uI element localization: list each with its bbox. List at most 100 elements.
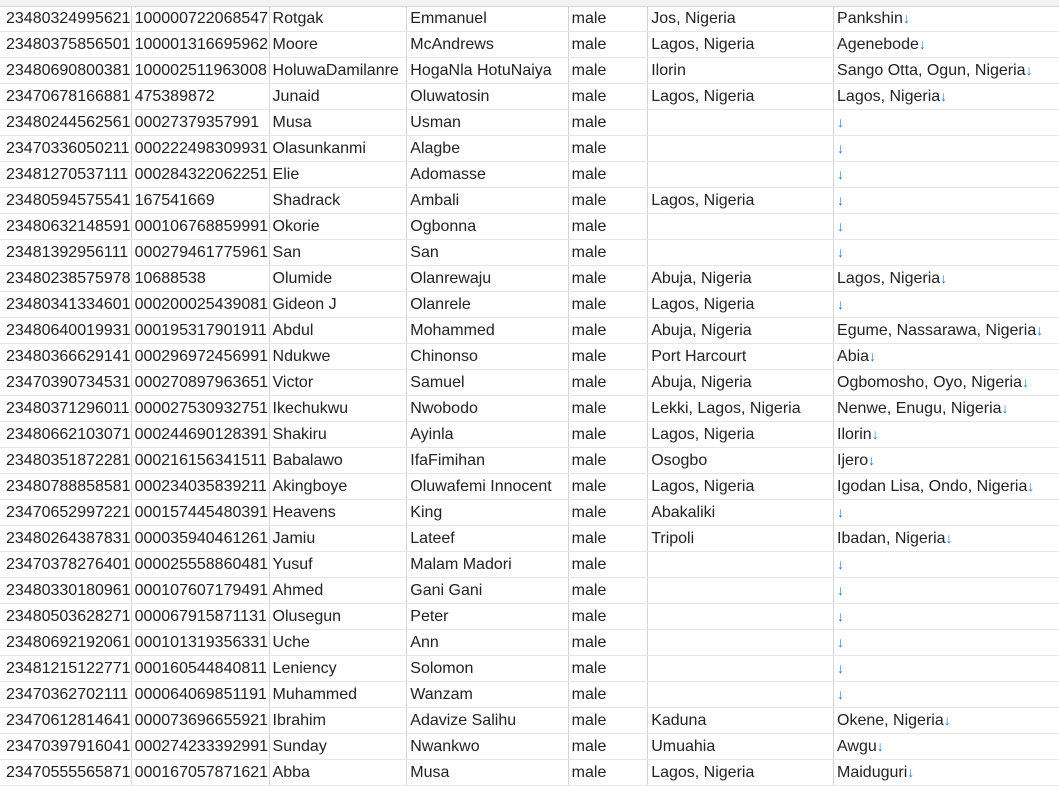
- table-cell[interactable]: Wanzam: [406, 681, 569, 708]
- table-cell[interactable]: Olanrele: [406, 291, 569, 318]
- table-cell[interactable]: Pankshin↓: [833, 6, 1059, 32]
- table-cell[interactable]: male: [568, 187, 649, 214]
- table-cell[interactable]: male: [568, 135, 649, 162]
- table-cell[interactable]: ↓: [833, 161, 1059, 188]
- table-cell[interactable]: 167541669: [131, 187, 270, 214]
- table-cell[interactable]: Port Harcourt: [647, 343, 835, 370]
- table-cell[interactable]: [647, 239, 835, 266]
- table-cell[interactable]: Abuja, Nigeria: [647, 369, 835, 396]
- table-cell[interactable]: Ayinla: [406, 421, 569, 448]
- table-cell[interactable]: 000157445480391: [131, 499, 270, 526]
- table-cell[interactable]: Musa: [269, 109, 408, 136]
- table-cell[interactable]: 000067915871131: [131, 603, 270, 630]
- table-cell[interactable]: 000200025439081: [131, 291, 270, 318]
- table-cell[interactable]: 23470397916041: [0, 733, 132, 760]
- table-cell[interactable]: male: [568, 551, 649, 578]
- table-cell[interactable]: Alagbe: [406, 135, 569, 162]
- table-cell[interactable]: Tripoli: [647, 525, 835, 552]
- table-cell[interactable]: 100000722068547: [131, 6, 270, 32]
- table-cell[interactable]: Lagos, Nigeria: [647, 83, 835, 110]
- table-cell[interactable]: Ibadan, Nigeria↓: [833, 525, 1059, 552]
- table-cell[interactable]: Malam Madori: [406, 551, 569, 578]
- table-cell[interactable]: Ogbomosho, Oyo, Nigeria↓: [833, 369, 1059, 396]
- table-cell[interactable]: 00027379357991: [131, 109, 270, 136]
- table-cell[interactable]: Ann: [406, 629, 569, 656]
- table-cell[interactable]: Maiduguri↓: [833, 759, 1059, 786]
- table-cell[interactable]: 000035940461261: [131, 525, 270, 552]
- table-cell[interactable]: Olusegun: [269, 603, 408, 630]
- table-cell[interactable]: 000025558860481: [131, 551, 270, 578]
- table-cell[interactable]: 100001316695962: [131, 31, 270, 58]
- table-cell[interactable]: Lagos, Nigeria: [647, 187, 835, 214]
- table-cell[interactable]: Olasunkanmi: [269, 135, 408, 162]
- table-cell[interactable]: 000106768859991: [131, 213, 270, 240]
- table-cell[interactable]: Abakaliki: [647, 499, 835, 526]
- table-cell[interactable]: [647, 603, 835, 630]
- table-cell[interactable]: 23480238575978: [0, 265, 132, 292]
- table-cell[interactable]: 000244690128391: [131, 421, 270, 448]
- table-cell[interactable]: 000027530932751: [131, 395, 270, 422]
- table-cell[interactable]: male: [568, 6, 649, 32]
- table-cell[interactable]: 000107607179491: [131, 577, 270, 604]
- table-cell[interactable]: 100002511963008: [131, 57, 270, 84]
- table-cell[interactable]: ↓: [833, 135, 1059, 162]
- table-cell[interactable]: 000195317901911: [131, 317, 270, 344]
- table-cell[interactable]: 23480330180961: [0, 577, 132, 604]
- table-cell[interactable]: 23480375856501: [0, 31, 132, 58]
- table-cell[interactable]: [647, 655, 835, 682]
- table-cell[interactable]: ↓: [833, 603, 1059, 630]
- table-cell[interactable]: 23480662103071: [0, 421, 132, 448]
- table-cell[interactable]: 23480371296011: [0, 395, 132, 422]
- table-cell[interactable]: San: [269, 239, 408, 266]
- table-cell[interactable]: 000064069851191: [131, 681, 270, 708]
- table-cell[interactable]: Moore: [269, 31, 408, 58]
- table-cell[interactable]: Peter: [406, 603, 569, 630]
- table-cell[interactable]: Olumide: [269, 265, 408, 292]
- table-cell[interactable]: Musa: [406, 759, 569, 786]
- table-cell[interactable]: [647, 161, 835, 188]
- table-cell[interactable]: Okene, Nigeria↓: [833, 707, 1059, 734]
- table-cell[interactable]: 23480594575541: [0, 187, 132, 214]
- table-cell[interactable]: male: [568, 577, 649, 604]
- table-cell[interactable]: Sango Otta, Ogun, Nigeria↓: [833, 57, 1059, 84]
- table-cell[interactable]: Mohammed: [406, 317, 569, 344]
- table-cell[interactable]: Ilorin: [647, 57, 835, 84]
- table-cell[interactable]: male: [568, 343, 649, 370]
- table-cell[interactable]: 000216156341511: [131, 447, 270, 474]
- table-cell[interactable]: Egume, Nassarawa, Nigeria↓: [833, 317, 1059, 344]
- table-cell[interactable]: Lagos, Nigeria: [647, 473, 835, 500]
- table-cell[interactable]: Rotgak: [269, 6, 408, 32]
- table-cell[interactable]: 23470612814641: [0, 707, 132, 734]
- table-cell[interactable]: Igodan Lisa, Ondo, Nigeria↓: [833, 473, 1059, 500]
- table-cell[interactable]: 23480324995621: [0, 6, 132, 32]
- table-cell[interactable]: [647, 135, 835, 162]
- table-cell[interactable]: Yusuf: [269, 551, 408, 578]
- table-cell[interactable]: 000296972456991: [131, 343, 270, 370]
- table-cell[interactable]: Lateef: [406, 525, 569, 552]
- table-cell[interactable]: 23480692192061: [0, 629, 132, 656]
- table-cell[interactable]: Ikechukwu: [269, 395, 408, 422]
- table-cell[interactable]: 23470362702111: [0, 681, 132, 708]
- table-cell[interactable]: Okorie: [269, 213, 408, 240]
- table-cell[interactable]: male: [568, 681, 649, 708]
- table-cell[interactable]: ↓: [833, 239, 1059, 266]
- table-cell[interactable]: Lagos, Nigeria↓: [833, 83, 1059, 110]
- table-cell[interactable]: 10688538: [131, 265, 270, 292]
- table-cell[interactable]: 23470336050211: [0, 135, 132, 162]
- table-cell[interactable]: Akingboye: [269, 473, 408, 500]
- table-cell[interactable]: Abdul: [269, 317, 408, 344]
- table-cell[interactable]: male: [568, 395, 649, 422]
- table-cell[interactable]: male: [568, 525, 649, 552]
- table-cell[interactable]: Oluwatosin: [406, 83, 569, 110]
- table-cell[interactable]: Solomon: [406, 655, 569, 682]
- table-cell[interactable]: 000073696655921: [131, 707, 270, 734]
- table-cell[interactable]: Gideon J: [269, 291, 408, 318]
- table-cell[interactable]: male: [568, 655, 649, 682]
- table-cell[interactable]: Abia↓: [833, 343, 1059, 370]
- table-cell[interactable]: male: [568, 473, 649, 500]
- table-cell[interactable]: male: [568, 369, 649, 396]
- table-cell[interactable]: [647, 109, 835, 136]
- table-cell[interactable]: male: [568, 239, 649, 266]
- table-cell[interactable]: male: [568, 499, 649, 526]
- table-cell[interactable]: Uche: [269, 629, 408, 656]
